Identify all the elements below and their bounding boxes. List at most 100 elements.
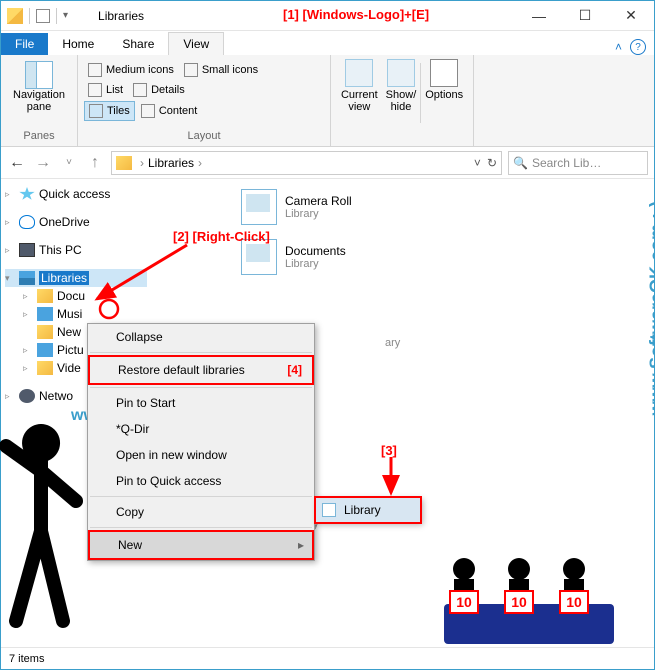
ribbon-group-view: Current view Show/ hide Options bbox=[331, 55, 474, 146]
star-icon bbox=[19, 187, 35, 201]
minimize-button[interactable]: — bbox=[516, 1, 562, 31]
ribbon-right: ˄ ? bbox=[615, 39, 654, 55]
cloud-icon bbox=[19, 215, 35, 229]
expand-icon[interactable]: ▹ bbox=[5, 391, 15, 402]
folder-icon bbox=[37, 325, 53, 339]
library-documents[interactable]: DocumentsLibrary bbox=[241, 239, 644, 275]
search-icon: 🔍 bbox=[513, 156, 528, 170]
tab-home[interactable]: Home bbox=[48, 33, 108, 55]
library-icon bbox=[241, 239, 277, 275]
current-view-icon bbox=[345, 59, 373, 87]
expand-icon[interactable]: ▹ bbox=[5, 189, 15, 200]
recent-dropdown[interactable]: ˅ bbox=[59, 153, 79, 173]
titlebar-left: ▾ Libraries bbox=[1, 8, 144, 24]
folder-icon bbox=[37, 307, 53, 321]
library-icon bbox=[241, 189, 277, 225]
submenu-library[interactable]: Library bbox=[314, 496, 422, 524]
options-icon bbox=[430, 59, 458, 87]
properties-icon[interactable] bbox=[36, 9, 50, 23]
back-button[interactable]: ← bbox=[7, 153, 27, 173]
submenu-new: Library bbox=[315, 497, 421, 523]
layout-small-icons[interactable]: Small icons bbox=[180, 61, 262, 79]
menu-new[interactable]: New ▸ bbox=[88, 530, 314, 560]
expand-icon[interactable]: ▹ bbox=[5, 245, 15, 256]
silhouette-figure bbox=[0, 421, 91, 651]
window-controls: — ☐ ✕ bbox=[516, 1, 654, 31]
ribbon: Navigation pane Panes Medium icons Small… bbox=[1, 55, 654, 147]
list-icon bbox=[88, 83, 102, 97]
window-title: Libraries bbox=[98, 9, 144, 23]
annotation-1: [1] [Windows-Logo]+[E] bbox=[283, 7, 429, 22]
svg-text:10: 10 bbox=[511, 594, 527, 610]
separator bbox=[90, 496, 312, 497]
layout-group-label: Layout bbox=[84, 130, 324, 144]
ribbon-group-layout: Medium icons Small icons List Details Ti… bbox=[78, 55, 331, 146]
menu-pin-quick-access[interactable]: Pin to Quick access bbox=[88, 468, 314, 494]
folder-icon bbox=[7, 8, 23, 24]
library-name: Documents bbox=[285, 244, 346, 258]
library-icon bbox=[322, 503, 336, 517]
partial-text: ary bbox=[385, 337, 644, 349]
up-button[interactable]: ↑ bbox=[85, 153, 105, 173]
separator bbox=[90, 527, 312, 528]
navigation-pane-button[interactable]: Navigation pane bbox=[7, 57, 71, 117]
details-icon bbox=[133, 83, 147, 97]
panes-group-label: Panes bbox=[7, 130, 71, 144]
search-placeholder: Search Lib… bbox=[532, 156, 601, 170]
arrow-icon bbox=[77, 241, 197, 311]
current-view-label: Current view bbox=[341, 89, 378, 113]
layout-medium-icons[interactable]: Medium icons bbox=[84, 61, 178, 79]
path-segment[interactable]: Libraries bbox=[148, 156, 194, 170]
address-field[interactable]: › Libraries › ˅ ↻ bbox=[111, 151, 502, 175]
tab-file[interactable]: File bbox=[1, 33, 48, 55]
chevron-icon[interactable]: › bbox=[136, 156, 148, 170]
library-name: Camera Roll bbox=[285, 194, 352, 208]
options-label: Options bbox=[425, 89, 463, 101]
help-icon[interactable]: ? bbox=[630, 39, 646, 55]
menu-collapse[interactable]: Collapse bbox=[88, 324, 314, 350]
layout-grid: Medium icons Small icons List Details Ti… bbox=[84, 57, 324, 125]
close-button[interactable]: ✕ bbox=[608, 1, 654, 31]
menu-restore-default[interactable]: Restore default libraries [4] bbox=[88, 355, 314, 385]
libraries-icon bbox=[19, 271, 35, 285]
layout-details[interactable]: Details bbox=[129, 81, 189, 99]
folder-icon bbox=[37, 343, 53, 357]
context-menu: Collapse Restore default libraries [4] P… bbox=[87, 323, 315, 561]
expand-icon[interactable]: ▹ bbox=[5, 217, 15, 228]
menu-pin-start[interactable]: Pin to Start bbox=[88, 390, 314, 416]
show-hide-button[interactable]: Show/ hide bbox=[382, 57, 421, 115]
library-camera-roll[interactable]: Camera RollLibrary bbox=[241, 189, 644, 225]
watermark: www.SoftwareOK.com :-) bbox=[646, 201, 655, 415]
network-icon bbox=[19, 389, 35, 403]
status-bar: 7 items bbox=[1, 647, 654, 669]
library-type: Library bbox=[285, 258, 346, 270]
layout-tiles[interactable]: Tiles bbox=[84, 101, 135, 121]
collapse-ribbon-icon[interactable]: ˄ bbox=[615, 40, 622, 54]
svg-text:10: 10 bbox=[456, 594, 472, 610]
folder-icon bbox=[116, 156, 132, 170]
nav-pane-label: Navigation pane bbox=[13, 89, 65, 113]
item-count: 7 items bbox=[9, 653, 44, 665]
menu-open-new-window[interactable]: Open in new window bbox=[88, 442, 314, 468]
collapse-icon[interactable]: ▾ bbox=[5, 273, 15, 284]
qat-dropdown-icon[interactable]: ▾ bbox=[63, 10, 68, 21]
search-input[interactable]: 🔍 Search Lib… bbox=[508, 151, 648, 175]
dropdown-icon[interactable]: ˅ bbox=[468, 156, 487, 170]
menu-qdir[interactable]: *Q-Dir bbox=[88, 416, 314, 442]
small-icons-icon bbox=[184, 63, 198, 77]
refresh-icon[interactable]: ↻ bbox=[487, 156, 497, 170]
layout-content[interactable]: Content bbox=[137, 101, 202, 121]
tab-share[interactable]: Share bbox=[108, 33, 168, 55]
options-button[interactable]: Options bbox=[421, 57, 467, 103]
tab-view[interactable]: View bbox=[168, 32, 224, 55]
content-icon bbox=[141, 104, 155, 118]
tree-quick-access[interactable]: ▹Quick access bbox=[5, 185, 147, 203]
ribbon-tabs: File Home Share View ˄ ? bbox=[1, 31, 654, 55]
chevron-icon[interactable]: › bbox=[194, 156, 206, 170]
tree-onedrive[interactable]: ▹OneDrive bbox=[5, 213, 147, 231]
menu-copy[interactable]: Copy bbox=[88, 499, 314, 525]
forward-button[interactable]: → bbox=[33, 153, 53, 173]
maximize-button[interactable]: ☐ bbox=[562, 1, 608, 31]
layout-list[interactable]: List bbox=[84, 81, 127, 99]
current-view-button[interactable]: Current view bbox=[337, 57, 382, 115]
